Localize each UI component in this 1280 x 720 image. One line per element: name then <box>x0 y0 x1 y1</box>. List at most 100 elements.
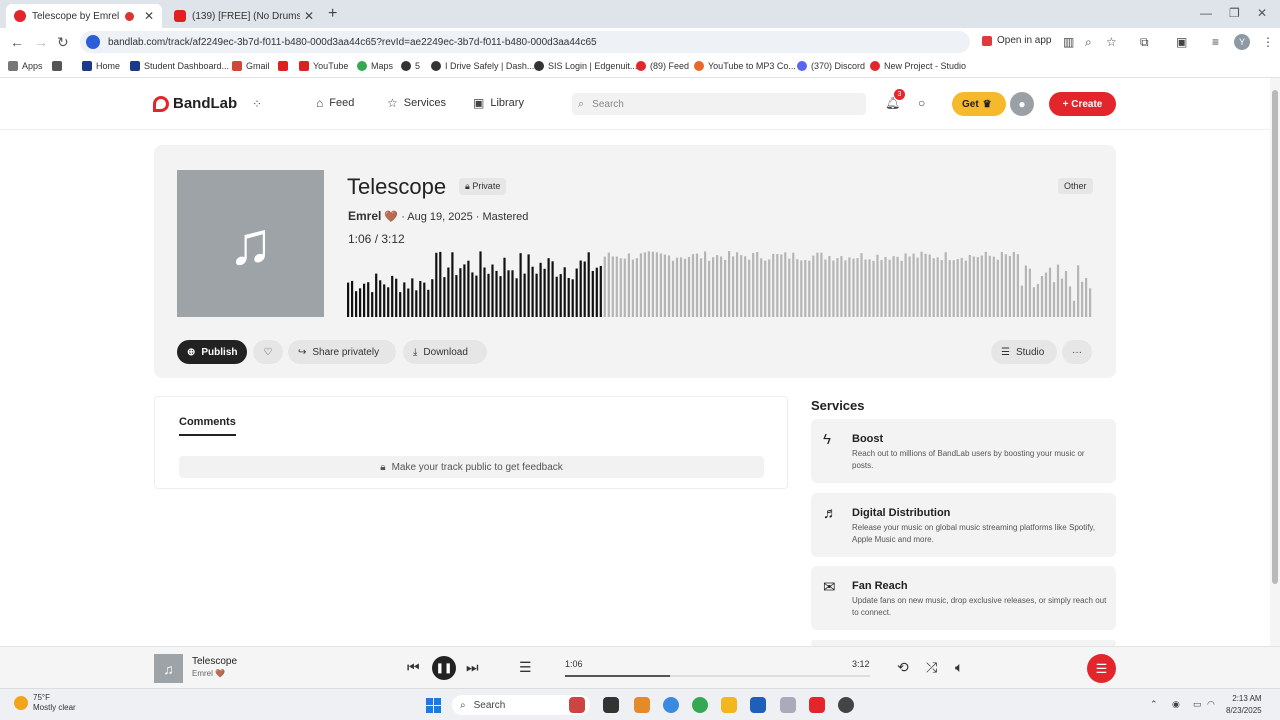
chat-icon[interactable]: ○ <box>918 96 925 110</box>
waveform-bar <box>748 259 751 317</box>
player-menu-button[interactable]: ☰ <box>1087 654 1116 683</box>
bookmark-grid[interactable] <box>52 61 66 71</box>
create-button[interactable]: + Create <box>1049 92 1116 116</box>
bookmark-home[interactable]: Home <box>82 61 120 71</box>
service-boost[interactable]: ϟ Boost Reach out to millions of BandLab… <box>811 419 1116 483</box>
tab-youtube[interactable]: (139) [FREE] (No Drums) Hum ✕ <box>166 4 322 28</box>
bookmark-maps[interactable]: Maps <box>357 61 393 71</box>
bookmark-yt-mp3[interactable]: YouTube to MP3 Co... <box>694 61 796 71</box>
copilot-icon[interactable] <box>663 697 679 713</box>
service-digital-distribution[interactable]: ♬ Digital Distribution Release your musi… <box>811 493 1116 557</box>
bookmark-discord[interactable]: (370) Discord <box>797 61 865 71</box>
waveform-bar <box>459 268 462 317</box>
repeat-icon[interactable]: ⟲ <box>897 659 909 676</box>
waveform-bar <box>932 258 935 317</box>
service-fan-reach[interactable]: ✉ Fan Reach Update fans on new music, dr… <box>811 566 1116 630</box>
chrome-icon[interactable] <box>692 697 708 713</box>
close-tab-icon[interactable]: ✕ <box>144 9 154 23</box>
task-view-icon[interactable] <box>603 697 619 713</box>
close-tab-icon[interactable]: ✕ <box>304 9 314 23</box>
bandlab-logo[interactable]: BandLab <box>153 95 237 112</box>
like-button[interactable]: ♡ <box>253 340 283 364</box>
studio-button[interactable]: ☰ Studio <box>991 340 1057 364</box>
reader-icon[interactable]: ▥ <box>1063 35 1074 49</box>
url-field[interactable]: bandlab.com/track/af2249ec-3b7d-f011-b48… <box>80 31 970 53</box>
zoom-icon[interactable]: ⌕ <box>1085 35 1092 50</box>
bandlab-icon <box>636 61 646 71</box>
pause-button[interactable]: ❚❚ <box>432 656 456 680</box>
side-panel-icon[interactable]: ▣ <box>1176 35 1187 49</box>
bookmark-apps[interactable]: Apps <box>8 61 43 71</box>
bookmark-sis-login[interactable]: SIS Login | Edgenuit... <box>534 61 637 71</box>
bookmark-5[interactable]: 5 <box>401 61 420 71</box>
previous-track-icon[interactable]: ⏮︎ <box>407 659 420 676</box>
waveform[interactable] <box>347 251 1093 317</box>
bandlab-taskbar-icon[interactable] <box>809 697 825 713</box>
player-cover[interactable]: ♫ <box>154 654 183 683</box>
nav-feed[interactable]: ⌂ Feed <box>316 96 354 110</box>
close-window-icon[interactable]: ✕ <box>1257 6 1267 20</box>
nav-services[interactable]: ☆ Services <box>387 96 446 110</box>
minimize-icon[interactable]: — <box>1200 6 1212 20</box>
download-button[interactable]: ⤓ Download <box>403 340 487 364</box>
bookmark-idrive[interactable]: I Drive Safely | Dash... <box>431 61 534 71</box>
queue-icon[interactable]: ☰ <box>519 659 532 676</box>
apps-grid-icon[interactable]: ⁘ <box>252 97 262 111</box>
new-tab-icon[interactable]: + <box>328 5 337 23</box>
waveform-bar <box>708 260 711 317</box>
bookmark-student-dashboard[interactable]: Student Dashboard... <box>130 61 229 71</box>
shuffle-icon[interactable]: ⤮ <box>926 659 937 676</box>
search-input[interactable]: ⌕ Search <box>572 93 866 115</box>
location-icon[interactable]: ◉ <box>1172 699 1180 710</box>
bookmark-star-icon[interactable]: ☆ <box>1106 35 1117 49</box>
scrollbar-thumb[interactable] <box>1272 90 1278 584</box>
waveform-bar <box>359 288 362 317</box>
waveform-bar <box>888 259 891 317</box>
media-controls-icon[interactable]: ≡ <box>1212 35 1219 49</box>
weather-widget[interactable]: 75°F Mostly clear <box>14 693 76 713</box>
next-track-icon[interactable]: ⏭︎ <box>466 659 479 676</box>
tab-comments[interactable]: Comments <box>179 416 236 436</box>
app-icon[interactable] <box>780 697 796 713</box>
playback-progress-bar[interactable] <box>565 675 870 677</box>
player-title[interactable]: Telescope <box>192 656 237 667</box>
widget-app-icon[interactable] <box>569 697 585 713</box>
tray-chevron-icon[interactable]: ⌃ <box>1150 699 1158 710</box>
tab-bandlab[interactable]: Telescope by Emrel 🤎 | Ba ✕ <box>6 4 162 28</box>
network-icon[interactable]: ◠ <box>1207 699 1215 710</box>
forward-icon[interactable]: → <box>34 34 48 50</box>
store-icon[interactable] <box>750 697 766 713</box>
page-scrollbar[interactable] <box>1270 78 1280 646</box>
artist-link[interactable]: Emrel <box>348 209 381 223</box>
nav-library[interactable]: ▣ Library <box>473 96 524 110</box>
maximize-icon[interactable]: ❐ <box>1229 6 1240 20</box>
extensions-icon[interactable]: ⧉ <box>1140 35 1149 50</box>
reload-icon[interactable]: ↻ <box>57 34 69 51</box>
more-options-button[interactable]: ··· <box>1062 340 1092 364</box>
player-artist[interactable]: Emrel 🤎 <box>192 669 225 678</box>
bookmark-feed[interactable]: (89) Feed <box>636 61 689 71</box>
bookmark-gmail[interactable]: Gmail <box>232 61 270 71</box>
volume-icon[interactable]: 🔈︎ <box>955 659 963 676</box>
windows-start-icon[interactable] <box>426 698 441 713</box>
waveform-bar <box>792 252 795 317</box>
bookmark-new-project[interactable]: New Project - Studio <box>870 61 966 71</box>
track-cover: ♫ <box>177 170 324 317</box>
get-membership-button[interactable]: Get ♛ <box>952 92 1006 116</box>
user-avatar[interactable]: ● <box>1010 92 1034 116</box>
recorder-icon[interactable] <box>838 697 854 713</box>
back-icon[interactable]: ← <box>10 34 24 50</box>
bookmark-youtube-2[interactable]: YouTube <box>299 61 348 71</box>
system-clock[interactable]: 2:13 AM 8/23/2025 <box>1226 693 1262 717</box>
profile-avatar[interactable]: Y <box>1234 34 1250 50</box>
app-a-icon[interactable] <box>634 697 650 713</box>
browser-menu-icon[interactable]: ⋮ <box>1262 35 1274 49</box>
display-icon[interactable]: ▭ <box>1193 699 1202 710</box>
share-privately-button[interactable]: ↪ Share privately <box>288 340 396 364</box>
bookmark-youtube-1[interactable] <box>278 61 292 71</box>
open-in-app-button[interactable]: Open in app <box>982 35 1052 46</box>
site-info-icon[interactable] <box>86 35 100 49</box>
publish-button[interactable]: ⊕ Publish <box>177 340 247 364</box>
genre-badge[interactable]: Other <box>1058 178 1093 194</box>
file-explorer-icon[interactable] <box>721 697 737 713</box>
